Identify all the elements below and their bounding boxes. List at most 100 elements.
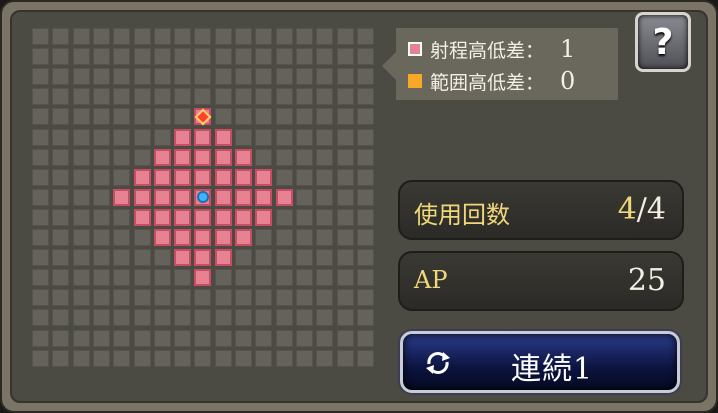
- grid-cell: [52, 350, 69, 367]
- grid-cell: [134, 249, 151, 266]
- grid-cell: [255, 48, 272, 65]
- grid-cell: [32, 249, 49, 266]
- grid-cell: [316, 68, 333, 85]
- grid-cell: [52, 88, 69, 105]
- grid-cell: [73, 289, 90, 306]
- grid-cell: [316, 209, 333, 226]
- grid-cell: [337, 68, 354, 85]
- range-cell: [215, 189, 232, 206]
- grid-cell: [215, 269, 232, 286]
- grid-cell: [32, 330, 49, 347]
- grid-cell: [113, 48, 130, 65]
- grid-cell: [134, 269, 151, 286]
- grid-cell: [93, 209, 110, 226]
- caster-position-icon: [199, 193, 207, 201]
- grid-cell: [194, 68, 211, 85]
- grid-cell: [93, 189, 110, 206]
- grid-cell: [32, 169, 49, 186]
- grid-cell: [113, 149, 130, 166]
- chain-button[interactable]: 連続1: [400, 331, 680, 393]
- grid-cell: [93, 129, 110, 146]
- grid-cell: [113, 249, 130, 266]
- grid-cell: [73, 68, 90, 85]
- grid-cell: [93, 269, 110, 286]
- grid-cell: [32, 149, 49, 166]
- range-swatch-icon: [408, 42, 422, 56]
- legend-area-label: 範囲高低差：: [430, 71, 545, 94]
- grid-cell: [357, 330, 374, 347]
- grid-cell: [93, 149, 110, 166]
- grid-cell: [296, 209, 313, 226]
- grid-cell: [134, 129, 151, 146]
- help-button[interactable]: ?: [635, 12, 691, 72]
- grid-cell: [255, 28, 272, 45]
- grid-cell: [52, 68, 69, 85]
- range-cell: [174, 129, 191, 146]
- grid-cell: [93, 330, 110, 347]
- grid-cell: [337, 48, 354, 65]
- grid-cell: [255, 350, 272, 367]
- grid-cell: [113, 28, 130, 45]
- legend-area-height: 範囲高低差： 0: [408, 66, 575, 96]
- grid-cell: [73, 129, 90, 146]
- grid-cell: [174, 330, 191, 347]
- grid-cell: [296, 88, 313, 105]
- grid-cell: [337, 189, 354, 206]
- grid-cell: [316, 229, 333, 246]
- grid-cell: [215, 289, 232, 306]
- grid-cell: [255, 149, 272, 166]
- use-count-panel: 使用回数 4/4: [398, 180, 684, 240]
- range-cell: [174, 189, 191, 206]
- grid-cell: [134, 149, 151, 166]
- grid-cell: [337, 330, 354, 347]
- grid-cell: [32, 289, 49, 306]
- grid-cell: [235, 289, 252, 306]
- grid-cell: [73, 28, 90, 45]
- range-cell: [154, 169, 171, 186]
- grid-cell: [73, 330, 90, 347]
- ap-panel: AP 25: [398, 251, 684, 311]
- grid-cell: [296, 350, 313, 367]
- grid-cell: [73, 229, 90, 246]
- grid-cell: [357, 289, 374, 306]
- grid-cell: [357, 189, 374, 206]
- grid-cell: [134, 309, 151, 326]
- grid-cell: [296, 28, 313, 45]
- grid-cell: [357, 169, 374, 186]
- grid-cell: [296, 189, 313, 206]
- grid-cell: [174, 289, 191, 306]
- grid-cell: [316, 149, 333, 166]
- grid-cell: [276, 269, 293, 286]
- grid-cell: [235, 108, 252, 125]
- grid-cell: [32, 269, 49, 286]
- help-question-icon: ?: [652, 21, 674, 63]
- grid-cell: [357, 309, 374, 326]
- range-cell: [174, 229, 191, 246]
- grid-cell: [296, 330, 313, 347]
- range-cell: [194, 169, 211, 186]
- range-cell: [235, 189, 252, 206]
- grid-cell: [276, 209, 293, 226]
- range-cell: [154, 229, 171, 246]
- grid-cell: [316, 28, 333, 45]
- grid-cell: [235, 48, 252, 65]
- grid-cell: [276, 169, 293, 186]
- grid-cell: [255, 269, 272, 286]
- grid-cell: [316, 249, 333, 266]
- ap-label: AP: [414, 266, 448, 294]
- grid-cell: [316, 269, 333, 286]
- range-cell: [235, 209, 252, 226]
- grid-cell: [73, 48, 90, 65]
- grid-cell: [276, 309, 293, 326]
- grid-cell: [154, 68, 171, 85]
- use-count-max: /4: [636, 192, 666, 227]
- grid-cell: [93, 309, 110, 326]
- grid-cell: [73, 149, 90, 166]
- grid-cell: [215, 68, 232, 85]
- grid-cell: [32, 229, 49, 246]
- range-cell: [235, 149, 252, 166]
- grid-cell: [52, 48, 69, 65]
- height-legend: 射程高低差： 1 範囲高低差： 0: [382, 28, 618, 100]
- grid-cell: [235, 68, 252, 85]
- range-cell: [174, 249, 191, 266]
